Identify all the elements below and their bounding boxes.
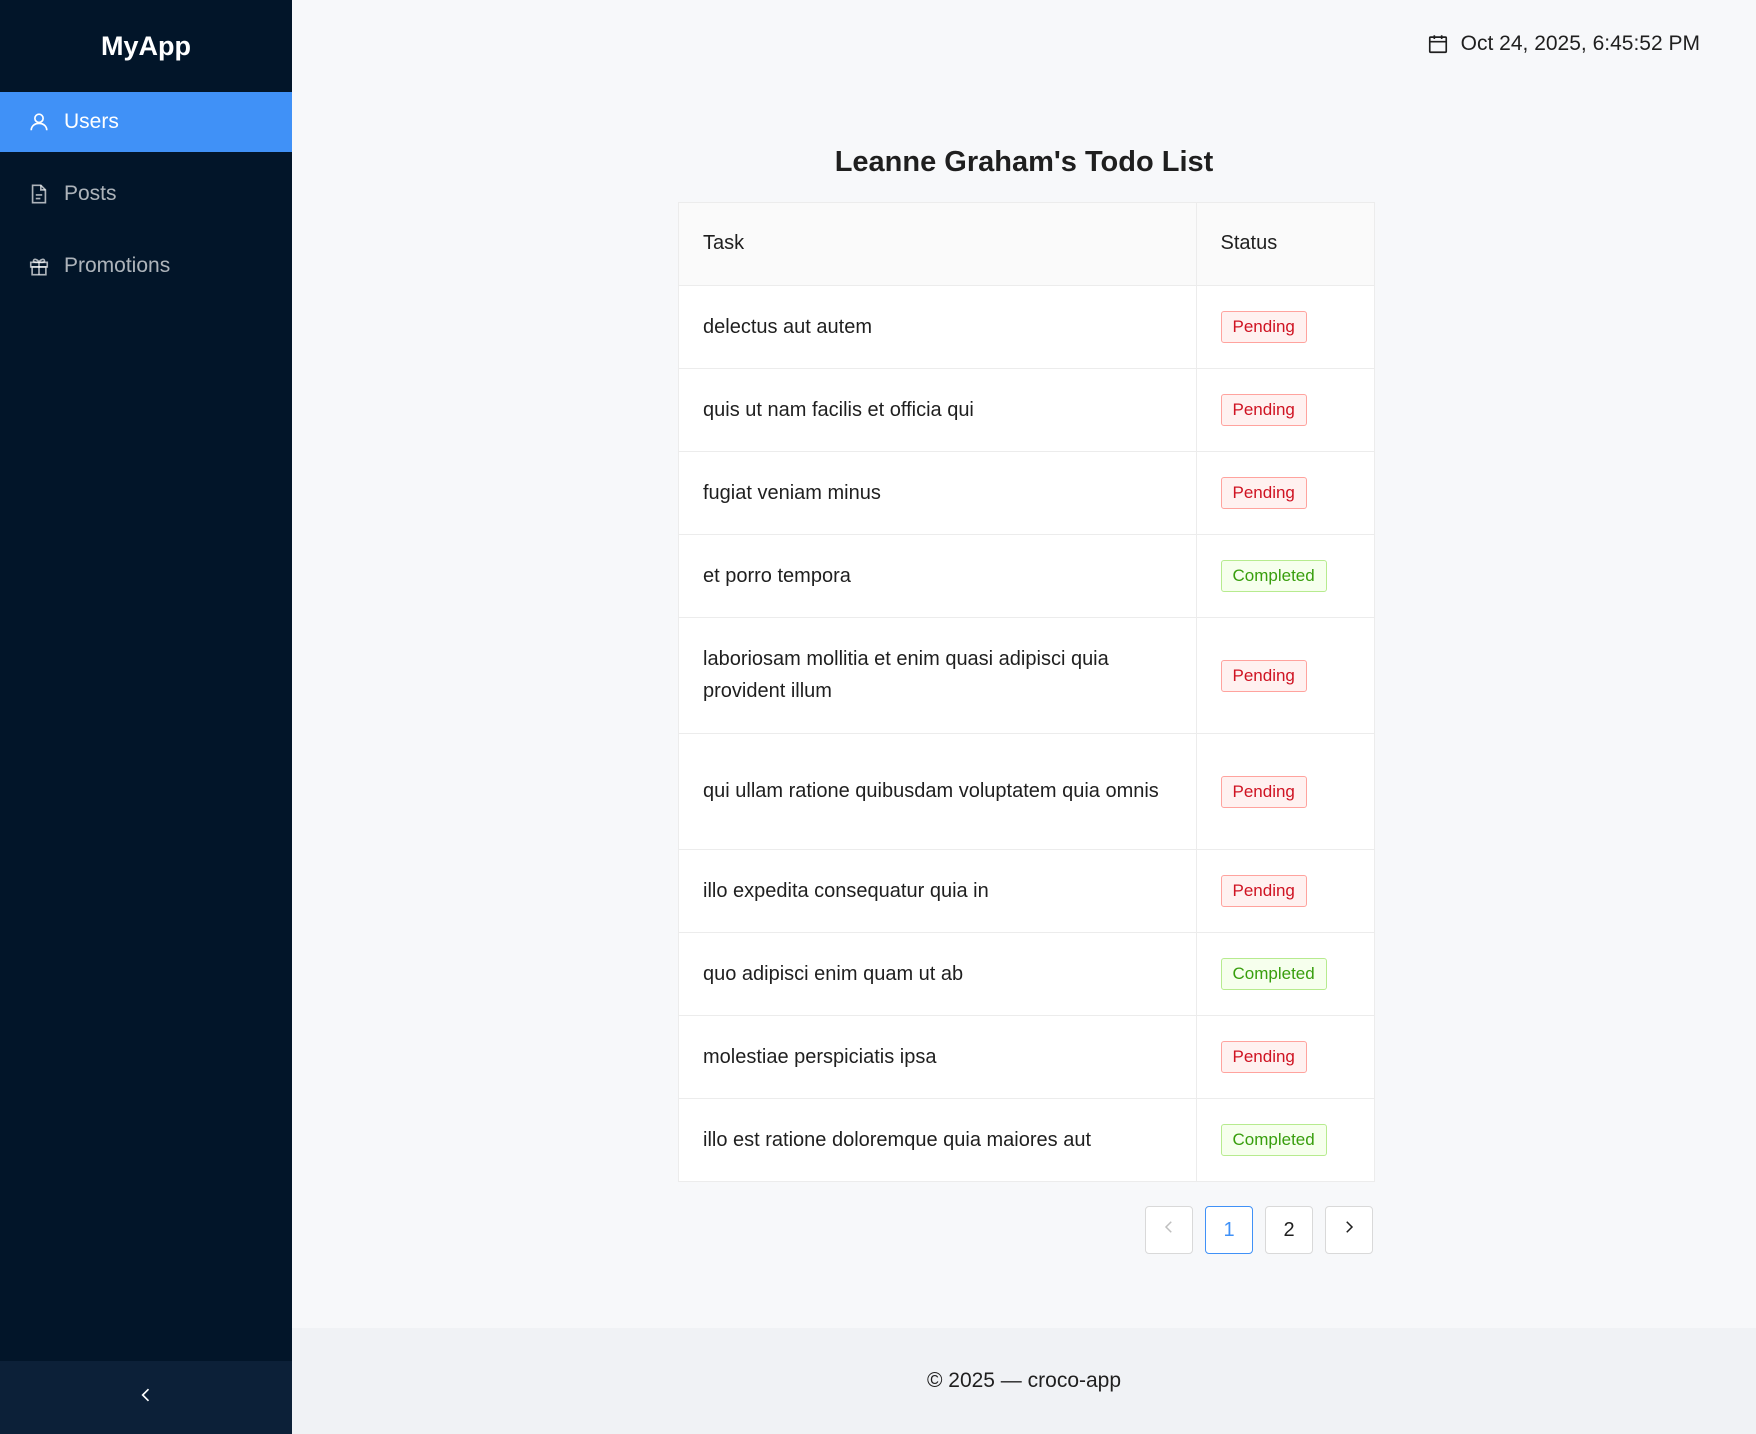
status-cell: Pending (1196, 1015, 1374, 1099)
file-icon (28, 183, 50, 205)
status-badge: Pending (1220, 311, 1307, 343)
status-cell: Pending (1196, 617, 1374, 734)
sidebar-item-label: Promotions (64, 254, 171, 277)
calendar-icon (1427, 33, 1449, 55)
header-datetime: Oct 24, 2025, 6:45:52 PM (1427, 32, 1700, 56)
status-badge: Completed (1220, 958, 1327, 990)
status-badge: Pending (1220, 394, 1307, 426)
task-cell: laboriosam mollitia et enim quasi adipis… (679, 617, 1197, 734)
table-row: fugiat veniam minus Pending (679, 451, 1374, 535)
task-cell: quo adipisci enim quam ut ab (679, 932, 1197, 1016)
table-row: quis ut nam facilis et officia qui Pendi… (679, 368, 1374, 452)
todo-table: Task Status delectus aut autem Pending q… (678, 202, 1375, 1182)
sidebar-item-label: Users (64, 110, 119, 133)
user-icon (28, 111, 50, 133)
sidebar-item-label: Posts (64, 182, 117, 205)
status-badge: Pending (1220, 875, 1307, 907)
table-row: et porro tempora Completed (679, 534, 1374, 618)
table-row: molestiae perspiciatis ipsa Pending (679, 1015, 1374, 1099)
status-cell: Pending (1196, 285, 1374, 369)
table-row: delectus aut autem Pending (679, 285, 1374, 369)
app-logo: MyApp (101, 30, 191, 61)
chevron-left-icon (1160, 1218, 1178, 1242)
status-badge: Pending (1220, 1041, 1307, 1073)
status-cell: Pending (1196, 451, 1374, 535)
table-header-row: Task Status (679, 203, 1374, 286)
column-header-status: Status (1196, 203, 1374, 286)
page-title: Leanne Graham's Todo List (834, 146, 1214, 178)
task-cell: illo est ratione doloremque quia maiores… (679, 1098, 1197, 1181)
task-cell: molestiae perspiciatis ipsa (679, 1015, 1197, 1099)
datetime-text: Oct 24, 2025, 6:45:52 PM (1460, 32, 1700, 55)
status-cell: Pending (1196, 733, 1374, 850)
status-cell: Completed (1196, 932, 1374, 1016)
table-row: quo adipisci enim quam ut ab Completed (679, 932, 1374, 1016)
status-cell: Pending (1196, 368, 1374, 452)
status-badge: Pending (1220, 659, 1307, 692)
chevron-right-icon (1340, 1218, 1358, 1242)
sidebar-nav: Users Posts Promotions (0, 92, 292, 296)
table-row: illo expedita consequatur quia in Pendin… (679, 849, 1374, 933)
page-2-button[interactable]: 2 (1265, 1206, 1313, 1254)
status-cell: Completed (1196, 1098, 1374, 1181)
sidebar-collapse-button[interactable] (0, 1361, 292, 1434)
task-cell: et porro tempora (679, 534, 1197, 618)
footer-text: © 2025 — croco-app (926, 1369, 1122, 1392)
gift-icon (28, 255, 50, 277)
task-cell: fugiat veniam minus (679, 451, 1197, 535)
sidebar-item-posts[interactable]: Posts (0, 164, 292, 224)
chevron-left-icon (136, 1385, 156, 1410)
status-cell: Pending (1196, 849, 1374, 933)
main-content: Oct 24, 2025, 6:45:52 PM Leanne Graham's… (292, 0, 1756, 1328)
task-cell: illo expedita consequatur quia in (679, 849, 1197, 933)
sidebar-item-users[interactable]: Users (0, 92, 292, 152)
sidebar: MyApp Users Posts Promotions (0, 0, 292, 1434)
status-badge: Completed (1220, 560, 1327, 592)
table-row: illo est ratione doloremque quia maiores… (679, 1098, 1374, 1181)
status-badge: Pending (1220, 775, 1307, 808)
pagination: 1 2 (1145, 1206, 1373, 1254)
status-cell: Completed (1196, 534, 1374, 618)
table-row: qui ullam ratione quibusdam voluptatem q… (679, 733, 1374, 850)
task-cell: quis ut nam facilis et officia qui (679, 368, 1197, 452)
table-row: laboriosam mollitia et enim quasi adipis… (679, 617, 1374, 734)
next-page-button[interactable] (1325, 1206, 1373, 1254)
column-header-task: Task (679, 203, 1197, 286)
task-cell: delectus aut autem (679, 285, 1197, 369)
prev-page-button[interactable] (1145, 1206, 1193, 1254)
footer: © 2025 — croco-app (292, 1328, 1756, 1434)
sidebar-item-promotions[interactable]: Promotions (0, 236, 292, 296)
status-badge: Completed (1220, 1124, 1327, 1157)
status-badge: Pending (1220, 477, 1307, 509)
page-1-button[interactable]: 1 (1205, 1206, 1253, 1254)
task-cell: qui ullam ratione quibusdam voluptatem q… (679, 733, 1197, 850)
